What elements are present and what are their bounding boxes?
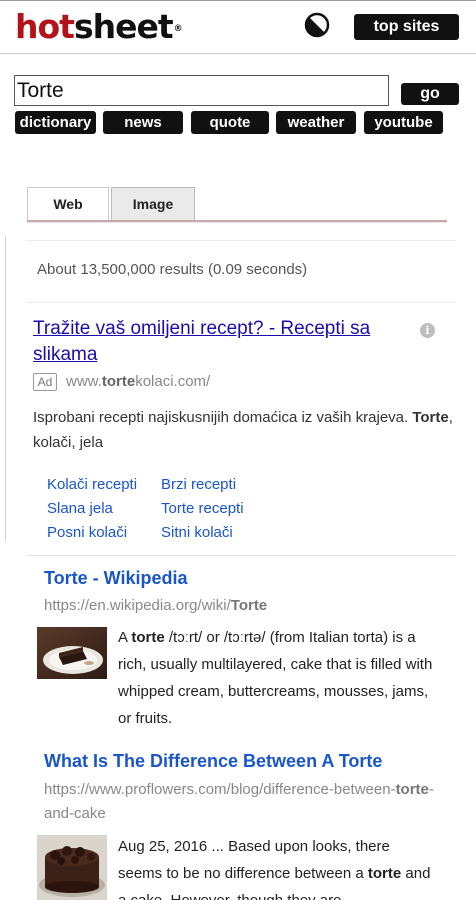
logo-part-hot: hot (15, 7, 75, 46)
result-title-link[interactable]: What Is The Difference Between A Torte (44, 751, 382, 772)
divider (26, 240, 456, 241)
result-stats: About 13,500,000 results (0.09 seconds) (37, 261, 308, 278)
sitelink-slana-jela[interactable]: Slana jela (47, 500, 113, 517)
ad-title-link[interactable]: Tražite vaš omiljeni recept? - Recepti s… (33, 316, 408, 368)
sitelink-posni-kolaci[interactable]: Posni kolači (47, 524, 127, 541)
result-url-prefix: https://en.wikipedia.org/wiki/ (44, 597, 231, 614)
info-icon[interactable]: i (420, 323, 435, 338)
divider (26, 302, 456, 303)
snippet-bold: torte (131, 629, 165, 646)
top-sites-button[interactable]: top sites (354, 14, 459, 40)
tabs-underline-shadow (27, 222, 447, 223)
torte-thumbnail-image[interactable] (37, 627, 107, 679)
snippet-text: Aug 25, 2016 ... Based upon looks, there… (118, 838, 390, 882)
result-url: https://www.proflowers.com/blog/differen… (44, 778, 434, 826)
ad-url-bold: torte (101, 373, 136, 390)
quick-link-weather[interactable]: weather (276, 111, 356, 134)
ad-url-suffix: kolaci.com/ (135, 373, 211, 390)
search-input[interactable] (14, 75, 389, 106)
quick-link-quote[interactable]: quote (191, 111, 269, 134)
tab-web[interactable]: Web (27, 187, 109, 220)
quick-link-news[interactable]: news (103, 111, 183, 134)
quick-link-youtube[interactable]: youtube (364, 111, 443, 134)
go-button[interactable]: go (401, 83, 459, 105)
result-url-bold: Torte (230, 597, 268, 614)
tab-image[interactable]: Image (111, 187, 195, 220)
sitelink-torte-recepti[interactable]: Torte recepti (161, 500, 244, 517)
cake-thumbnail-image[interactable] (37, 835, 107, 900)
ad-url-prefix: www. (66, 373, 102, 390)
hotsheet-logo[interactable]: hotsheet® (15, 7, 183, 47)
results-panel: Web Image About 13,500,000 results (0.09… (10, 152, 466, 900)
ad-description: Isprobani recepti najiskusnijih domaćica… (33, 405, 453, 455)
ad-url: www.tortekolaci.com/ (66, 373, 210, 390)
left-edge-divider (0, 236, 6, 541)
result-url-prefix: https://www.proflowers.com/blog/differen… (44, 781, 396, 798)
sitelink-sitni-kolaci[interactable]: Sitni kolači (161, 524, 233, 541)
snippet-text: A (118, 629, 132, 646)
sitelink-brzi-recepti[interactable]: Brzi recepti (161, 476, 236, 493)
ad-badge: Ad (33, 373, 57, 391)
logo-registered-mark: ® (173, 24, 183, 34)
result-snippet: Aug 25, 2016 ... Based upon looks, there… (118, 833, 438, 900)
quick-link-dictionary[interactable]: dictionary (15, 111, 96, 134)
logo-part-sheet: sheet (73, 7, 174, 46)
snippet-bold: torte (367, 865, 402, 882)
ad-desc-text: Isprobani recepti najiskusnijih domaćica… (33, 409, 413, 426)
snippet-text-end: /tɔːrt/ or /tɔːrtə/ (from Italian torta)… (118, 629, 433, 727)
result-url-bold: torte (395, 781, 429, 798)
contrast-toggle-icon[interactable] (304, 12, 330, 38)
result-title-link[interactable]: Torte - Wikipedia (44, 568, 188, 589)
ad-desc-bold: Torte (412, 409, 449, 426)
result-url: https://en.wikipedia.org/wiki/Torte (44, 597, 267, 614)
divider (26, 555, 456, 556)
sitelink-kolaci-recepti[interactable]: Kolači recepti (47, 476, 137, 493)
app-header: hotsheet® top sites (0, 0, 476, 54)
result-snippet: A torte /tɔːrt/ or /tɔːrtə/ (from Italia… (118, 624, 438, 732)
